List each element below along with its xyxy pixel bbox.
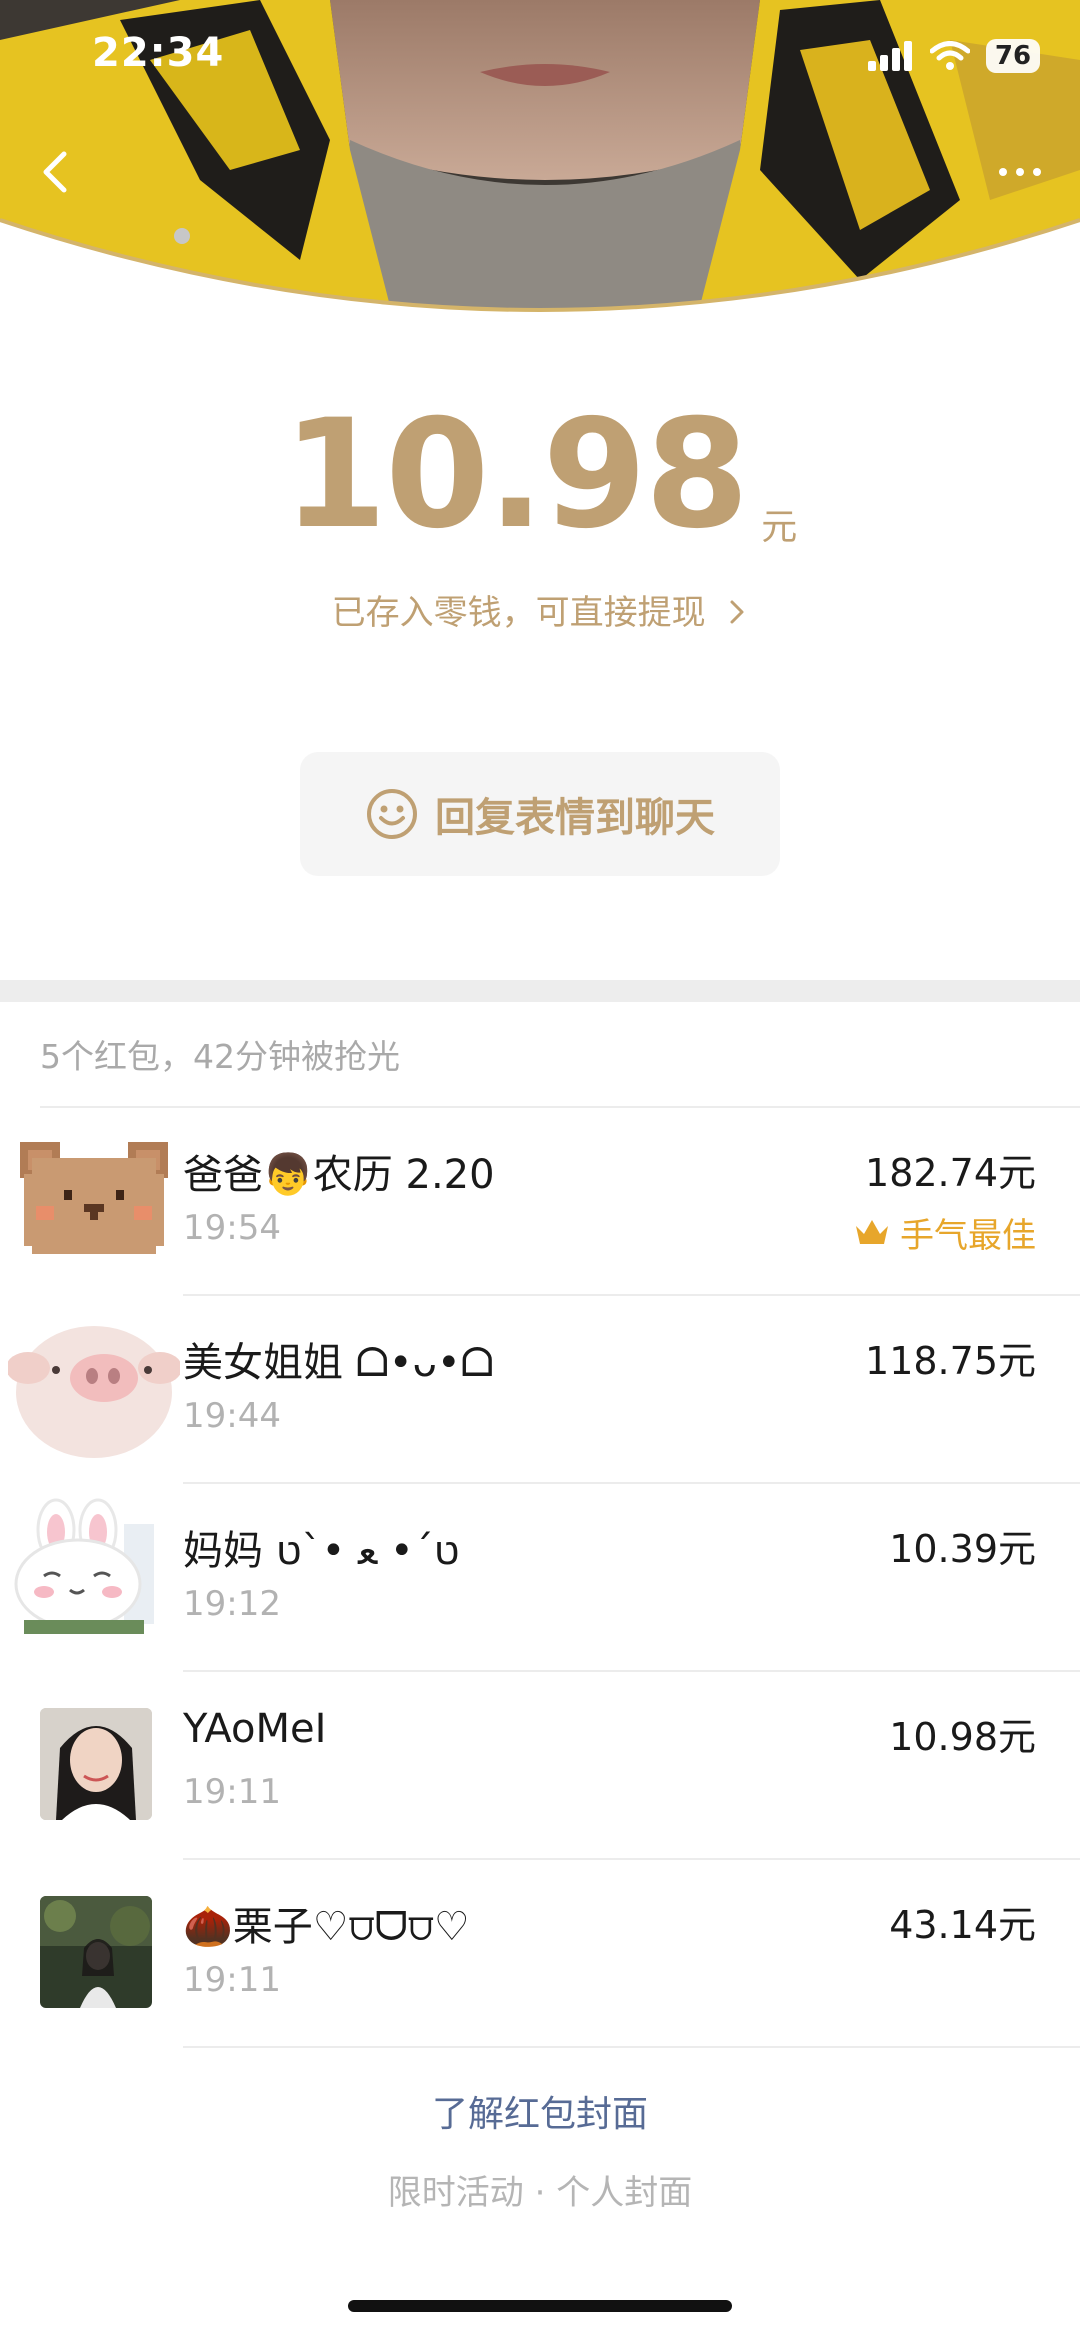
- record-time: 19:44: [183, 1396, 281, 1436]
- received-amount: 10.98: [282, 388, 749, 562]
- reply-label: 回复表情到聊天: [435, 795, 715, 841]
- more-dots-icon: [999, 168, 1007, 176]
- record-time: 19:54: [183, 1208, 281, 1248]
- record-name: 🌰栗子♡⩌ᗜ⩌♡: [183, 1904, 470, 1950]
- chevron-left-icon: [43, 151, 67, 193]
- best-luck-badge: 手气最佳: [854, 1208, 1036, 1257]
- record-amount: 43.14元: [889, 1903, 1036, 1947]
- chevron-right-icon: [730, 600, 744, 624]
- home-indicator[interactable]: [348, 2300, 732, 2312]
- girl-photo-avatar: [40, 1708, 152, 1820]
- piglet-avatar: [8, 1308, 180, 1468]
- avatar: [40, 1896, 152, 2008]
- record-time: 19:11: [183, 1772, 281, 1812]
- list-item[interactable]: 🌰栗子♡⩌ᗜ⩌♡ 19:11 43.14元: [0, 1860, 1080, 2048]
- cover-promo-text[interactable]: 限时活动 · 个人封面: [0, 2165, 1080, 2214]
- list-item[interactable]: 美女姐姐 ᗝ•ᴗ•ᗝ 19:44 118.75元: [0, 1296, 1080, 1484]
- record-name: YAoMeI: [183, 1706, 327, 1752]
- smiley-icon: [367, 789, 417, 839]
- record-amount: 118.75元: [865, 1339, 1036, 1383]
- status-icons: 76: [868, 36, 1040, 76]
- withdraw-link[interactable]: 已存入零钱，可直接提现: [0, 585, 1080, 634]
- amount-display: 10.98 元: [0, 400, 1080, 550]
- forest-photo-avatar: [40, 1896, 152, 2008]
- record-name: 美女姐姐 ᗝ•ᴗ•ᗝ: [183, 1340, 494, 1386]
- divider: [183, 2046, 1080, 2048]
- record-amount: 10.98元: [889, 1715, 1036, 1759]
- cellular-signal-icon: [868, 41, 912, 71]
- list-item[interactable]: 妈妈 ט´• ﻌ •`ט 19:12 10.39元: [0, 1484, 1080, 1672]
- status-bar: 22:34 76: [0, 0, 1080, 115]
- crown-icon: [856, 1219, 888, 1244]
- list-item[interactable]: YAoMeI 19:11 10.98元: [0, 1672, 1080, 1860]
- more-button[interactable]: [988, 150, 1052, 194]
- reply-sticker-button[interactable]: 回复表情到聊天: [300, 752, 780, 876]
- section-divider: [0, 980, 1080, 1002]
- record-amount: 10.39元: [889, 1527, 1036, 1571]
- learn-cover-link[interactable]: 了解红包封面: [0, 2085, 1080, 2137]
- avatar: [40, 1708, 152, 1820]
- packet-summary: 5个红包，42分钟被抢光: [40, 1037, 400, 1076]
- list-item[interactable]: 爸爸👦农历 2.20 19:54 182.74元 手气最佳: [0, 1108, 1080, 1296]
- back-button[interactable]: [36, 144, 76, 200]
- bunny-avatar: [14, 1494, 154, 1634]
- record-time: 19:12: [183, 1584, 281, 1624]
- avatar: [20, 1134, 168, 1262]
- record-name: 妈妈 ט´• ﻌ •`ט: [183, 1528, 460, 1574]
- amount-unit: 元: [761, 507, 798, 548]
- wifi-icon: [930, 41, 970, 70]
- avatar: [8, 1308, 180, 1468]
- record-time: 19:11: [183, 1960, 281, 2000]
- best-luck-label: 手气最佳: [900, 1216, 1036, 1256]
- pixel-bear-avatar: [20, 1134, 168, 1262]
- avatar: [14, 1494, 154, 1634]
- record-name: 爸爸👦农历 2.20: [183, 1152, 495, 1198]
- status-time: 22:34: [92, 30, 225, 76]
- saved-note: 已存入零钱，可直接提现: [331, 593, 706, 633]
- battery-level: 76: [986, 39, 1040, 73]
- record-amount: 182.74元: [865, 1151, 1036, 1195]
